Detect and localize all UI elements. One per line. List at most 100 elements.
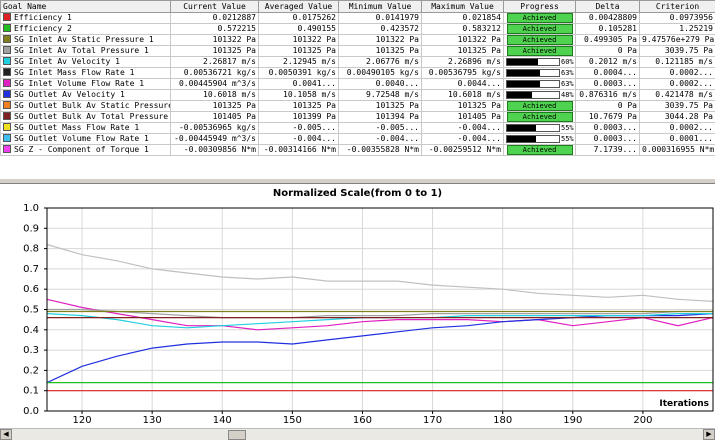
maximum-value-cell: 101325 Pa [421,100,504,112]
maximum-value-cell: 101325 Pa [421,45,504,57]
table-row[interactable]: SG Inlet Av Static Pressure 1 101322 Pa 10… [0,34,715,46]
x-tick-label: 140 [213,415,232,426]
y-tick-label: 0.6 [23,284,39,295]
goal-name-text: SG Outlet Volume Flow Rate 1 [14,134,149,144]
horizontal-scrollbar[interactable]: ◀ ▶ [0,428,715,440]
progress-bar-fill [507,59,539,65]
table-row[interactable]: Efficiency 2 0.572215 0.490155 0.423572 0.58… [0,23,715,35]
col-averaged-value-header[interactable]: Averaged Value [258,0,339,13]
x-tick-label: 130 [143,415,162,426]
scroll-thumb[interactable] [228,430,246,440]
delta-cell: 0.0003... [575,78,640,90]
maximum-value-cell: -0.00259512 N*m [421,144,504,156]
progress-bar-fill [507,136,536,142]
scroll-left-arrow-icon[interactable]: ◀ [0,429,12,440]
current-value-cell: -0.00309856 N*m [170,144,259,156]
progress-cell: Achieved [503,111,576,123]
table-row[interactable]: SG Outlet Bulk Av Static Pressure 1 10132… [0,100,715,112]
series-color-swatch [3,79,11,87]
progress-percent: 48% [561,91,574,99]
delta-cell: 0 Pa [575,100,640,112]
table-row[interactable]: SG Inlet Av Velocity 1 2.26817 m/s 2.12945… [0,56,715,68]
achieved-badge: Achieved [506,112,573,122]
goals-monitor-window: Goal Name Current Value Averaged Value Mini… [0,0,715,440]
maximum-value-cell: 2.26896 m/s [421,56,504,68]
series-color-swatch [3,145,11,153]
current-value-cell: -0.00536965 kg/s [170,122,259,134]
achieved-badge: Achieved [506,35,573,45]
series-color-swatch [3,68,11,76]
y-tick-label: 0.7 [23,264,39,275]
progress-cell: Achieved [503,23,576,35]
progress-percent: 55% [561,135,574,143]
minimum-value-cell: -0.005... [338,122,422,134]
y-tick-label: 0.5 [23,305,39,316]
averaged-value-cell: 10.1058 m/s [258,89,339,101]
table-row[interactable]: SG Inlet Volume Flow Rate 1 0.00445904 m^… [0,78,715,90]
achieved-badge: Achieved [506,101,573,111]
minimum-value-cell: 2.06776 m/s [338,56,422,68]
progress-percent: 55% [561,124,574,132]
col-goal-name-header[interactable]: Goal Name [0,0,171,13]
scroll-right-arrow-icon[interactable]: ▶ [703,429,715,440]
goal-name-text: Efficiency 1 [14,13,72,23]
y-tick-label: 0.1 [23,386,39,397]
delta-cell: 0.0003... [575,133,640,145]
col-minimum-value-header[interactable]: Minimum Value [338,0,422,13]
delta-cell: 0.499305 Pa [575,34,640,46]
col-maximum-value-header[interactable]: Maximum Value [421,0,504,13]
minimum-value-cell: 101325 Pa [338,45,422,57]
averaged-value-cell: 101399 Pa [258,111,339,123]
minimum-value-cell: -0.004... [338,133,422,145]
y-tick-label: 0.3 [23,345,39,356]
current-value-cell: 101405 Pa [170,111,259,123]
delta-cell: 0.0003... [575,122,640,134]
progress-bar [506,91,560,99]
col-current-value-header[interactable]: Current Value [170,0,259,13]
series-color-swatch [3,57,11,65]
goal-name-cell: SG Inlet Av Total Pressure 1 [0,45,171,57]
criterion-cell: 0.421478 m/s [639,89,715,101]
delta-cell: 0.00428809 [575,12,640,24]
x-tick-label: 200 [633,415,652,426]
averaged-value-cell: -0.004... [258,133,339,145]
averaged-value-cell: 101322 Pa [258,34,339,46]
goal-name-text: SG Outlet Bulk Av Static Pressure 1 [14,101,171,111]
x-tick-label: 170 [423,415,442,426]
table-row[interactable]: SG Z - Component of Torque 1 -0.00309856 … [0,144,715,156]
goal-name-text: Efficiency 2 [14,24,72,34]
table-row[interactable]: SG Outlet Mass Flow Rate 1 -0.00536965 kg… [0,122,715,134]
goal-name-cell: SG Inlet Mass Flow Rate 1 [0,67,171,79]
col-delta-header[interactable]: Delta [575,0,640,13]
achieved-badge: Achieved [506,145,573,155]
col-criterion-header[interactable]: Criterion [639,0,715,13]
table-row[interactable]: SG Outlet Av Velocity 1 10.6018 m/s 10.105… [0,89,715,101]
table-row[interactable]: SG Outlet Bulk Av Total Pressure 1 101405… [0,111,715,123]
criterion-cell: 0.0001... [639,133,715,145]
table-row[interactable]: SG Inlet Mass Flow Rate 1 0.00536721 kg/s… [0,67,715,79]
progress-cell: Achieved [503,45,576,57]
chart-title: Normalized Scale(from 0 to 1) [272,188,443,199]
goal-name-text: SG Inlet Av Total Pressure 1 [14,46,149,56]
table-row[interactable]: Efficiency 1 0.0212887 0.0175262 0.0141979 0… [0,12,715,24]
progress-bar-fill [507,92,532,98]
col-progress-header[interactable]: Progress [503,0,576,13]
minimum-value-cell: 0.0040... [338,78,422,90]
minimum-value-cell: 101322 Pa [338,34,422,46]
table-row[interactable]: SG Inlet Av Total Pressure 1 101325 Pa 101… [0,45,715,57]
delta-cell: 10.7679 Pa [575,111,640,123]
achieved-badge: Achieved [506,13,573,23]
criterion-cell: 0.0973956 [639,12,715,24]
goal-name-text: SG Outlet Bulk Av Total Pressure 1 [14,112,171,122]
table-row[interactable]: SG Outlet Volume Flow Rate 1 -0.00445949 … [0,133,715,145]
y-tick-label: 0.8 [23,244,39,255]
goal-name-cell: SG Z - Component of Torque 1 [0,144,171,156]
minimum-value-cell: 0.423572 [338,23,422,35]
criterion-cell: 9.47576e+279 Pa [639,34,715,46]
goal-name-cell: SG Outlet Bulk Av Static Pressure 1 [0,100,171,112]
goal-name-text: SG Outlet Mass Flow Rate 1 [14,123,140,133]
series-color-swatch [3,112,11,120]
progress-percent: 63% [561,80,574,88]
maximum-value-cell: 101322 Pa [421,34,504,46]
x-tick-label: 160 [353,415,372,426]
